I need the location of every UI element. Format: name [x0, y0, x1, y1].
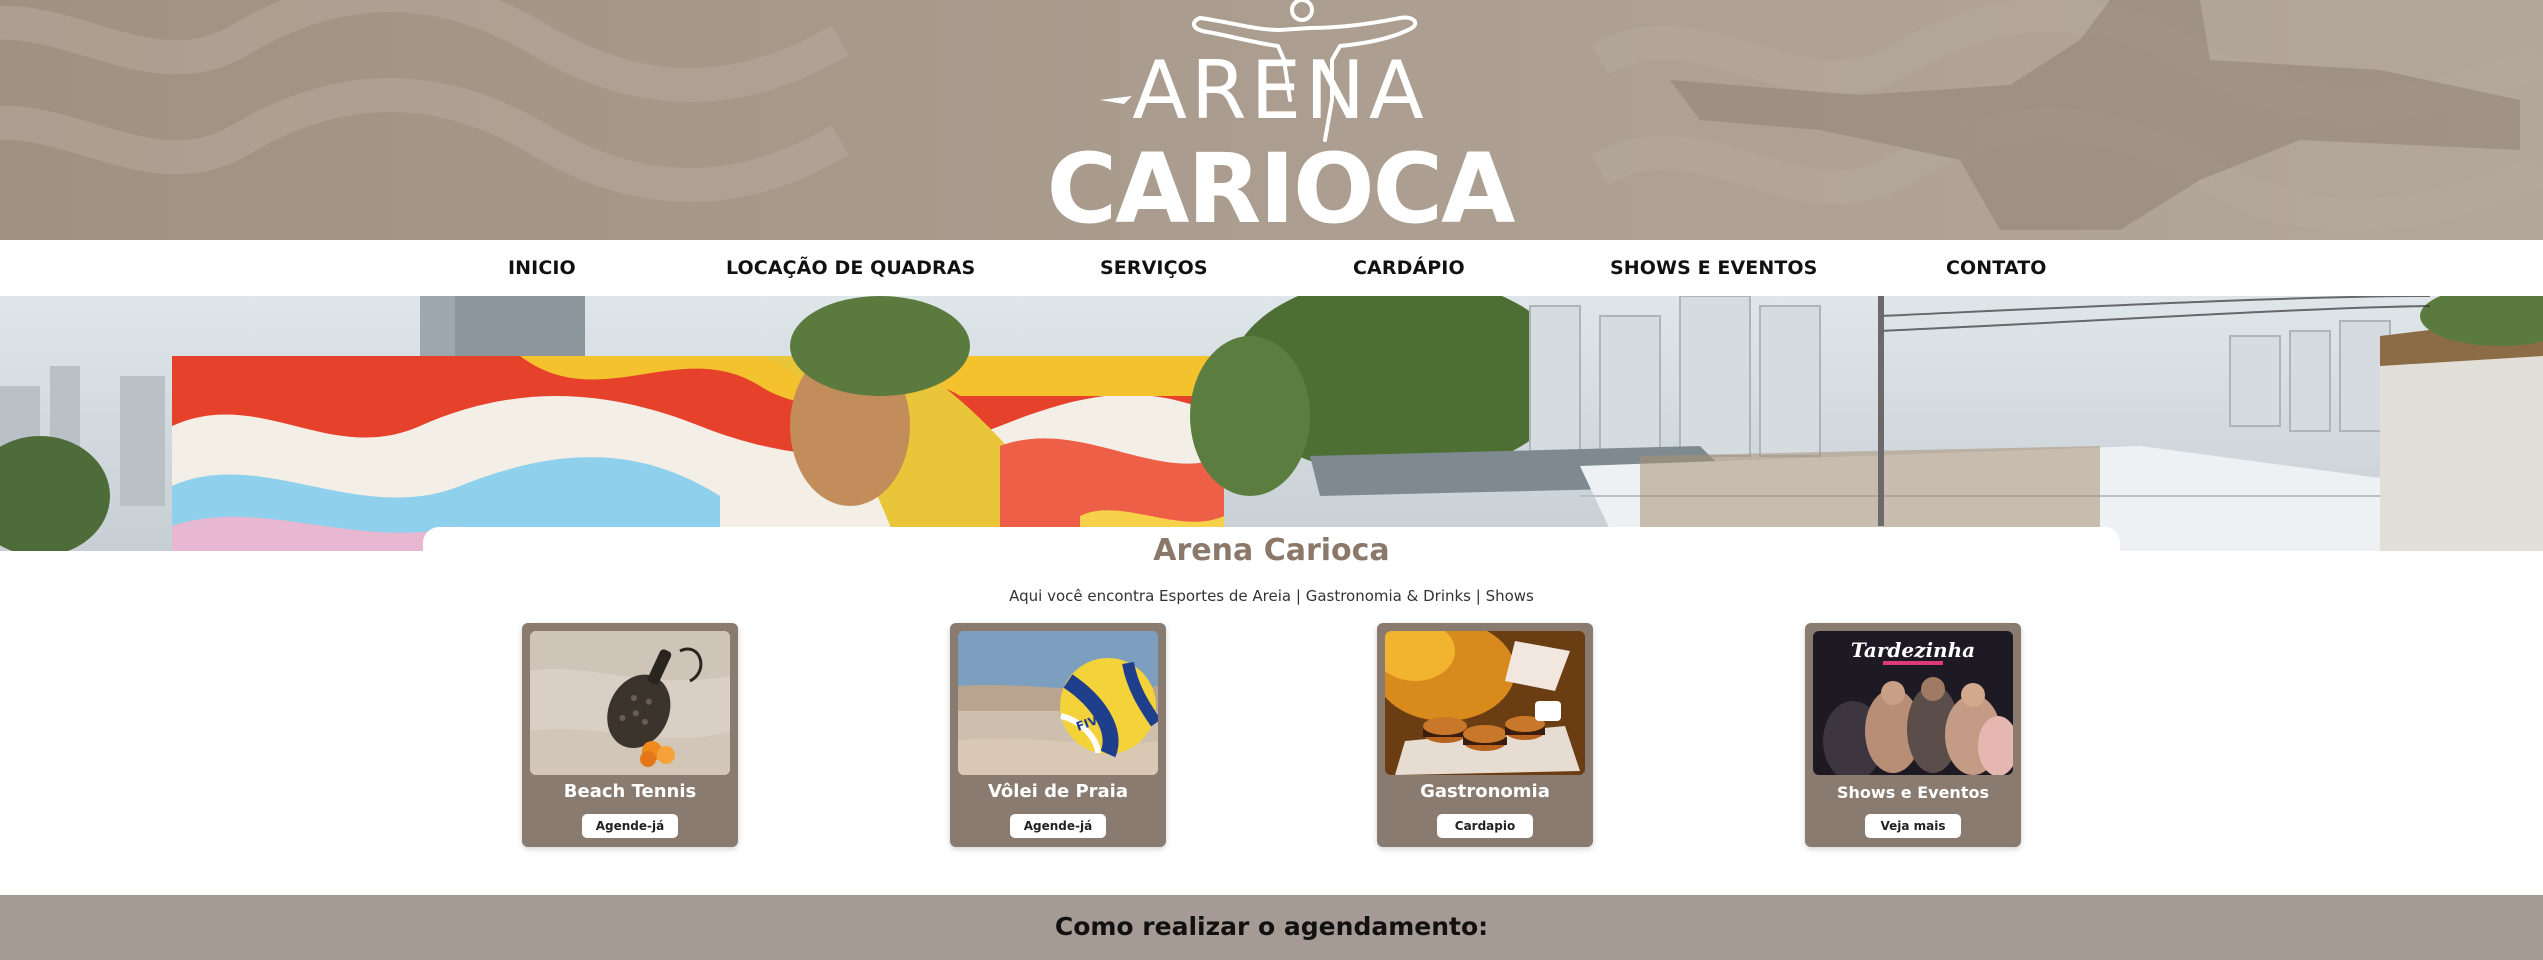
service-card-volei-de-praia: FIVB Vôlei de Praia Agende-já — [950, 623, 1166, 847]
arena-carioca-logo[interactable]: ARENA CARIOCA — [1040, 0, 1520, 240]
main-nav: INICIO LOCAÇÃO DE QUADRAS SERVIÇOS CARDÁ… — [0, 240, 2543, 296]
beach-volleyball-photo: FIVB — [958, 631, 1158, 775]
nav-contato[interactable]: CONTATO — [1946, 240, 2047, 296]
logo-carioca-text: CARIOCA — [1047, 133, 1515, 240]
menu-button[interactable]: Cardapio — [1437, 814, 1533, 838]
hero-banner-photo — [0, 296, 2543, 551]
party-photo: Tardezinha — [1813, 631, 2013, 775]
schedule-volei-button[interactable]: Agende-já — [1010, 814, 1106, 838]
mural-wall — [172, 346, 1224, 551]
tagline: Aqui você encontra Esportes de Areia | G… — [1009, 587, 1534, 605]
service-title: Beach Tennis — [563, 781, 697, 802]
see-more-button[interactable]: Veja mais — [1865, 814, 1961, 838]
site-header: ARENA CARIOCA — [0, 0, 2543, 240]
service-title: Shows e Eventos — [1837, 783, 1989, 802]
logo-arena-text: ARENA — [1132, 44, 1427, 137]
nav-inicio[interactable]: INICIO — [508, 240, 576, 296]
schedule-beach-tennis-button[interactable]: Agende-já — [582, 814, 678, 838]
service-title: Vôlei de Praia — [987, 781, 1129, 802]
burgers-photo — [1385, 631, 1585, 775]
nav-servicos[interactable]: SERVIÇOS — [1100, 240, 1208, 296]
tardezinha-caption: Tardezinha — [1851, 638, 1975, 662]
service-card-beach-tennis: Beach Tennis Agende-já — [522, 623, 738, 847]
service-title: Gastronomia — [1420, 781, 1550, 802]
beach-tennis-photo — [530, 631, 730, 775]
service-card-shows-e-eventos: Tardezinha Shows e Eventos Veja mais — [1805, 623, 2021, 847]
nav-locacao-de-quadras[interactable]: LOCAÇÃO DE QUADRAS — [726, 240, 975, 296]
scheduling-title: Como realizar o agendamento: — [1054, 912, 1489, 941]
page-title: Arena Carioca — [1153, 533, 1390, 568]
nav-cardapio[interactable]: CARDÁPIO — [1353, 240, 1465, 296]
service-card-gastronomia: Gastronomia Cardapio — [1377, 623, 1593, 847]
nav-shows-e-eventos[interactable]: SHOWS E EVENTOS — [1610, 240, 1817, 296]
